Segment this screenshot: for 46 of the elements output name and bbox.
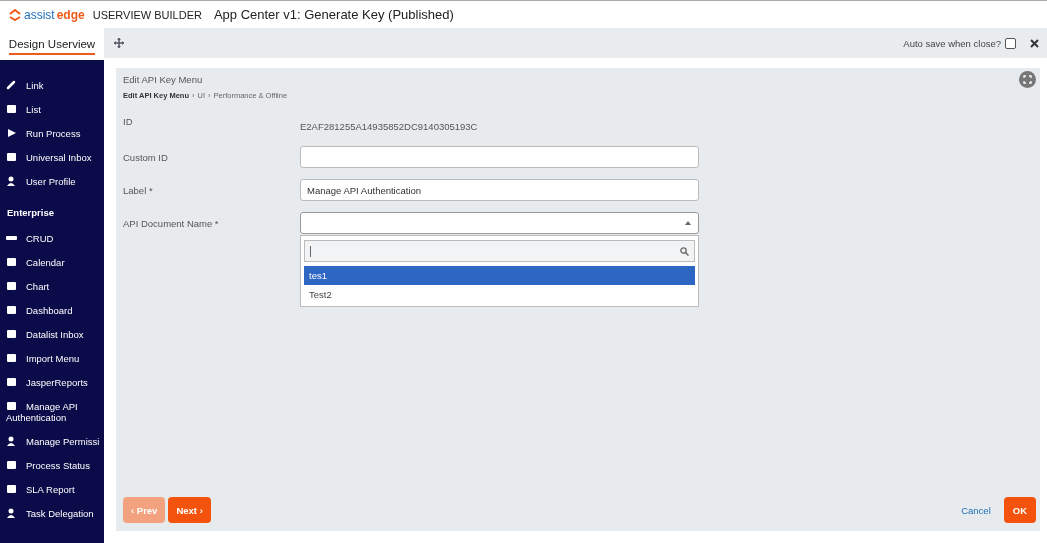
- id-value: E2AF281255A14935852DC9140305193C: [300, 121, 478, 132]
- logo-icon: [8, 8, 22, 21]
- cancel-link[interactable]: Cancel: [961, 504, 991, 516]
- app-title: App Center v1: Generate Key (Published): [213, 7, 454, 22]
- search-field[interactable]: [304, 240, 695, 262]
- sidebar-item[interactable]: Link: [0, 73, 104, 97]
- dropdown-option[interactable]: Test2: [304, 285, 695, 304]
- caret-icon: [685, 221, 691, 225]
- sidebar-item[interactable]: Process Status: [0, 453, 104, 477]
- field-label: ID: [123, 116, 134, 127]
- user-icon: [6, 175, 17, 186]
- input-field[interactable]: [300, 146, 699, 168]
- fullscreen-icon[interactable]: [1019, 71, 1036, 88]
- sidebar-item[interactable]: Task Delegation: [0, 501, 104, 525]
- user-icon: [6, 435, 17, 446]
- auto-save-checkbox[interactable]: [1005, 37, 1016, 49]
- search-icon: [680, 246, 689, 256]
- section-heading: Enterprise: [6, 206, 55, 220]
- product-name: USERVIEW BUILDER: [92, 8, 202, 21]
- panel-title: Edit API Key Menu: [123, 74, 203, 85]
- sidebar-item[interactable]: Universal Inbox: [0, 145, 104, 169]
- move-icon[interactable]: [114, 38, 124, 48]
- close-icon[interactable]: [1030, 38, 1039, 48]
- sidebar-item[interactable]: SLA Report: [0, 477, 104, 501]
- sidebar-item[interactable]: List: [0, 97, 104, 121]
- input-field[interactable]: Manage API Authentication: [300, 179, 699, 201]
- sidebar-item[interactable]: Import Menu: [0, 346, 104, 370]
- sidebar-item[interactable]: JasperReports: [0, 370, 104, 394]
- sidebar-item[interactable]: Chart: [0, 274, 104, 298]
- sidebar-item[interactable]: Run Process: [0, 121, 104, 145]
- sidebar-item[interactable]: Manage API Authentication: [0, 394, 104, 429]
- sidebar-item[interactable]: User Profile: [0, 169, 104, 193]
- auto-save-label: Auto save when close?: [903, 37, 1001, 49]
- dropdown-option[interactable]: tes1: [304, 266, 695, 285]
- sidebar-item[interactable]: Manage Permissi: [0, 429, 104, 453]
- field-label: Label *: [123, 184, 154, 196]
- sidebar-item[interactable]: Dashboard: [0, 298, 104, 322]
- select-field[interactable]: [300, 212, 699, 234]
- sidebar-item[interactable]: Calendar: [0, 250, 104, 274]
- field-label: API Document Name *: [123, 217, 220, 229]
- sidebar-item[interactable]: CRUD: [0, 226, 104, 250]
- sidebar-item[interactable]: Datalist Inbox: [0, 322, 104, 346]
- play-icon: [6, 127, 17, 138]
- field-label: Custom ID: [123, 151, 169, 163]
- user-icon: [6, 507, 17, 518]
- logo: assist edge: [8, 7, 85, 22]
